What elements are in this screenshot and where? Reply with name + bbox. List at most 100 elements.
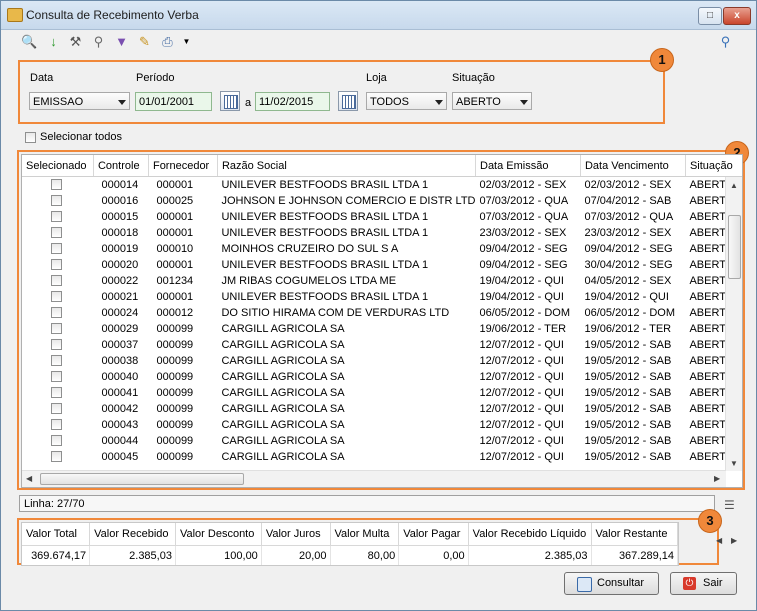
col-header-selecionado[interactable]: Selecionado [22, 155, 94, 177]
row-checkbox[interactable] [51, 387, 62, 398]
calendar-from-button[interactable] [220, 91, 240, 111]
row-checkbox[interactable] [51, 355, 62, 366]
table-row[interactable]: 000041 000099 CARGILL AGRICOLA SA 12/07/201… [22, 385, 742, 401]
table-row[interactable]: 000038 000099 CARGILL AGRICOLA SA 12/07/201… [22, 353, 742, 369]
controle-cell: 000037 [101, 339, 139, 351]
col-header-situacao[interactable]: Situação [685, 155, 742, 177]
row-select-cell [22, 241, 93, 257]
results-table: Selecionado Controle Fornecedor Razão So… [22, 155, 742, 465]
table-row[interactable]: 000022 001234 JM RIBAS COGUMELOS LTDA ME 19… [22, 273, 742, 289]
table-row[interactable]: 000029 000099 CARGILL AGRICOLA SA 19/06/201… [22, 321, 742, 337]
date-to-field[interactable]: 11/02/2015 [255, 92, 330, 111]
restore-button[interactable]: □ [698, 7, 722, 25]
tools-icon[interactable]: ⚒ [67, 33, 84, 50]
data-emissao-cell: 12/07/2012 - QUI [479, 419, 564, 431]
consultar-button[interactable]: Consultar [564, 572, 659, 595]
edit-icon[interactable]: ✎ [136, 33, 153, 50]
razao-social-cell: UNILEVER BESTFOODS BRASIL LTDA 1 [221, 259, 429, 271]
scroll-right-icon[interactable]: ▶ [714, 474, 720, 483]
horizontal-scrollbar[interactable]: ◀ ▶ [22, 470, 726, 487]
vertical-scroll-thumb[interactable] [728, 215, 741, 279]
razao-social-cell: CARGILL AGRICOLA SA [221, 371, 345, 383]
data-emissao-cell: 12/07/2012 - QUI [479, 387, 564, 399]
col-header-razao-social[interactable]: Razão Social [217, 155, 477, 177]
razao-social-cell: MOINHOS CRUZEIRO DO SUL S A [221, 243, 399, 255]
row-checkbox[interactable] [51, 259, 62, 270]
totals-header-row: Valor Total Valor Recebido Valor Desconto V… [22, 523, 679, 546]
search-doc-icon[interactable]: 🔍 [21, 33, 38, 50]
scroll-down-icon[interactable]: ▼ [730, 459, 738, 468]
row-select-cell [22, 225, 93, 241]
row-checkbox[interactable] [51, 211, 62, 222]
table-row[interactable]: 000021 000001 UNILEVER BESTFOODS BRASIL LT… [22, 289, 742, 305]
row-select-cell [22, 321, 93, 337]
col-header-controle[interactable]: Controle [93, 155, 149, 177]
row-checkbox[interactable] [51, 339, 62, 350]
row-select-cell [22, 337, 93, 353]
row-select-cell [22, 209, 93, 225]
table-row[interactable]: 000015 000001 UNILEVER BESTFOODS BRASIL LT… [22, 209, 742, 225]
table-row[interactable]: 000019 000010 MOINHOS CRUZEIRO DO SUL S A 0… [22, 241, 742, 257]
dropdown-arrow-icon[interactable]: ▼ [178, 33, 195, 50]
table-row[interactable]: 000040 000099 CARGILL AGRICOLA SA 12/07/201… [22, 369, 742, 385]
row-checkbox[interactable] [51, 435, 62, 446]
col-header-data-emissao[interactable]: Data Emissão [475, 155, 581, 177]
scroll-left-icon[interactable]: ◀ [26, 474, 32, 483]
menu-lines-icon[interactable]: ☰ [724, 498, 735, 512]
row-checkbox[interactable] [51, 307, 62, 318]
row-select-cell [22, 369, 93, 385]
table-row[interactable]: 000044 000099 CARGILL AGRICOLA SA 12/07/201… [22, 433, 742, 449]
loja-select-value: TODOS [370, 96, 409, 108]
col-header-fornecedor[interactable]: Fornecedor [148, 155, 218, 177]
row-select-cell [22, 289, 93, 305]
table-row[interactable]: 000024 000012 DO SITIO HIRAMA COM DE VERDU… [22, 305, 742, 321]
row-checkbox[interactable] [51, 179, 62, 190]
razao-social-cell: CARGILL AGRICOLA SA [221, 323, 345, 335]
magnifier-icon[interactable]: ⚲ [717, 33, 734, 50]
table-row[interactable]: 000037 000099 CARGILL AGRICOLA SA 12/07/201… [22, 337, 742, 353]
date-from-field[interactable]: 01/01/2001 [135, 92, 212, 111]
row-checkbox[interactable] [51, 195, 62, 206]
table-row[interactable]: 000043 000099 CARGILL AGRICOLA SA 12/07/201… [22, 417, 742, 433]
col-header-data-vencimento[interactable]: Data Vencimento [580, 155, 686, 177]
close-button[interactable]: x [723, 7, 751, 25]
row-checkbox[interactable] [51, 451, 62, 462]
vertical-scrollbar[interactable]: ▲ ▼ [725, 177, 742, 471]
loja-select[interactable]: TODOS [366, 92, 447, 110]
totals-header: Valor Pagar [398, 523, 469, 546]
row-checkbox[interactable] [51, 243, 62, 254]
scroll-up-icon[interactable]: ▲ [730, 181, 738, 190]
totals-scroll-right-icon[interactable]: ▶ [731, 536, 737, 545]
horizontal-scroll-thumb[interactable] [40, 473, 244, 485]
controle-cell: 000019 [101, 243, 139, 255]
row-checkbox[interactable] [51, 419, 62, 430]
row-checkbox[interactable] [51, 323, 62, 334]
row-checkbox[interactable] [51, 227, 62, 238]
download-arrow-icon[interactable]: ↓ [45, 33, 62, 50]
calendar-to-button[interactable] [338, 91, 358, 111]
data-vencimento-cell: 09/04/2012 - SEG [584, 243, 673, 255]
fornecedor-cell: 000001 [156, 227, 194, 239]
key-search-icon[interactable]: ⚲ [90, 33, 107, 50]
select-all-checkbox[interactable] [25, 132, 36, 143]
row-checkbox[interactable] [51, 291, 62, 302]
row-checkbox[interactable] [51, 275, 62, 286]
table-row[interactable]: 000018 000001 UNILEVER BESTFOODS BRASIL LT… [22, 225, 742, 241]
filter-icon[interactable]: ▼ [113, 33, 130, 50]
fornecedor-cell: 000099 [156, 403, 194, 415]
sair-button[interactable]: ⏻ Sair [670, 572, 737, 595]
table-row[interactable]: 000020 000001 UNILEVER BESTFOODS BRASIL LT… [22, 257, 742, 273]
row-checkbox[interactable] [51, 371, 62, 382]
row-checkbox[interactable] [51, 403, 62, 414]
situacao-select[interactable]: ABERTO [452, 92, 532, 110]
fornecedor-cell: 000099 [156, 451, 194, 463]
fornecedor-cell: 000099 [156, 435, 194, 447]
table-row[interactable]: 000014 000001 UNILEVER BESTFOODS BRASIL LT… [22, 177, 742, 194]
toolbar: 🔍 ↓ ⚒ ⚲ ▼ ✎ ⎙ ▼ ⚲ [1, 30, 756, 54]
table-row[interactable]: 000016 000025 JOHNSON E JOHNSON COMERCIO E… [22, 193, 742, 209]
totals-scroll-left-icon[interactable]: ◀ [716, 536, 722, 545]
print-icon[interactable]: ⎙ [159, 33, 176, 50]
data-select[interactable]: EMISSAO [29, 92, 130, 110]
table-row[interactable]: 000042 000099 CARGILL AGRICOLA SA 12/07/201… [22, 401, 742, 417]
table-row[interactable]: 000045 000099 CARGILL AGRICOLA SA 12/07/201… [22, 449, 742, 465]
